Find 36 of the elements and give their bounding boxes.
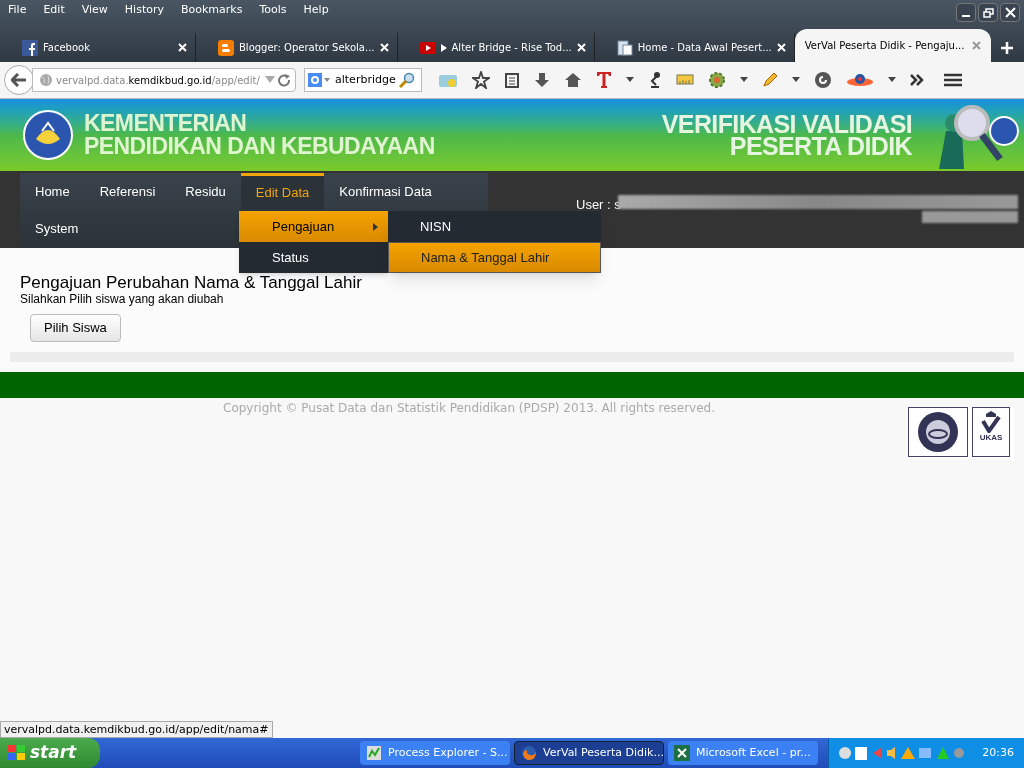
- nav-item[interactable]: Referensi: [84, 173, 171, 210]
- nav-item[interactable]: Edit Data: [240, 173, 325, 210]
- taskbar-button[interactable]: Microsoft Excel - pr...: [668, 741, 818, 765]
- browser-tab[interactable]: VerVal Peserta Didik - Pengaju...: [794, 29, 991, 62]
- submenu-item[interactable]: NISN: [388, 211, 601, 242]
- taskbar-button[interactable]: VerVal Peserta Didik...: [514, 741, 664, 765]
- address-bar[interactable]: vervalpd.data.kemdikbud.go.id/app/edit/: [32, 68, 296, 92]
- menu-item[interactable]: Help: [303, 2, 329, 19]
- nav-item[interactable]: Residu: [170, 173, 241, 210]
- menu-item[interactable]: File: [8, 2, 27, 19]
- menu-item[interactable]: View: [81, 2, 108, 19]
- ministry-name: KEMENTERIAN: [84, 112, 248, 135]
- clock: 20:36: [982, 744, 1014, 761]
- app-title: PESERTA DIDIK: [729, 135, 912, 157]
- app-title: VERIFIKASI VALIDASI: [661, 113, 912, 135]
- ministry-name: PENDIDIKAN DAN KEBUDAYAAN: [84, 135, 435, 158]
- certification-badge: UKAS: [908, 407, 1014, 459]
- nav-item[interactable]: Home: [20, 173, 85, 210]
- copyright-text: Copyright © Pusat Data dan Statistik Pendidikan (PDSP) 2013. All rights reserved.: [223, 400, 717, 417]
- dropdown-item[interactable]: Pengajuan: [239, 211, 388, 242]
- start-button[interactable]: start: [0, 738, 100, 768]
- search-field[interactable]: alterbridge: [304, 68, 422, 92]
- menu-item[interactable]: History: [124, 2, 164, 19]
- menu-item[interactable]: Tools: [259, 2, 287, 19]
- menu-item[interactable]: Bookmarks: [181, 2, 243, 19]
- submenu-item[interactable]: Nama & Tanggal Lahir: [388, 242, 601, 273]
- menu-item[interactable]: Edit: [43, 2, 65, 19]
- nav-item[interactable]: System: [20, 210, 94, 247]
- pick-student-button[interactable]: Pilih Siswa: [30, 314, 121, 342]
- taskbar-button[interactable]: Process Explorer - S...: [360, 741, 510, 765]
- page-subtitle: Silahkan Pilih siswa yang akan diubah: [20, 292, 225, 306]
- page-title: Pengajuan Perubahan Nama & Tanggal Lahir: [20, 274, 363, 292]
- status-url: vervalpd.data.kemdikbud.go.id/app/edit/nama#: [0, 721, 273, 738]
- user-label: User : s: [576, 196, 621, 214]
- dropdown-item[interactable]: Status: [239, 242, 388, 273]
- nav-item[interactable]: Konfirmasi Data: [324, 173, 447, 210]
